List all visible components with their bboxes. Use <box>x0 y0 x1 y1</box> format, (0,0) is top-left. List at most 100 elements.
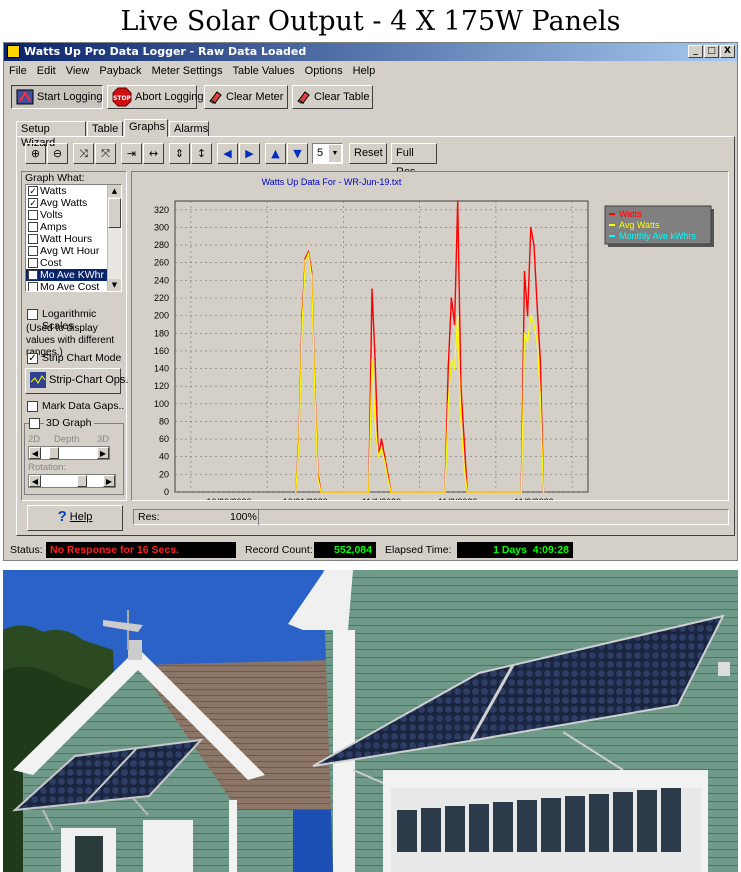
slider-right-arrow-icon[interactable]: ▶ <box>97 447 109 459</box>
expand-icon[interactable]: ⤧ <box>95 143 116 164</box>
label-depth: Depth <box>54 434 80 445</box>
menu-payback[interactable]: Payback <box>94 62 146 80</box>
slider-left-arrow-icon[interactable]: ◀ <box>29 475 41 487</box>
strip-chart-checkbox[interactable]: ✓ <box>27 353 38 364</box>
app-window: Watts Up Pro Data Logger - Raw Data Load… <box>3 42 738 561</box>
depth-slider[interactable]: ◀ ▶ <box>28 446 110 460</box>
data-point <box>320 491 322 493</box>
menu-options[interactable]: Options <box>300 62 348 80</box>
graph-3d-group: 3D Graph 2D Depth 3D ◀ ▶ Rotation: ◀ ▶ <box>24 417 124 495</box>
slider-left-arrow-icon[interactable]: ◀ <box>29 447 41 459</box>
menu-table-values[interactable]: Table Values <box>227 62 299 80</box>
graph-what-label: Graph What: <box>25 172 85 184</box>
close-button[interactable]: X <box>720 45 735 58</box>
clear-meter-button[interactable]: Clear Meter <box>204 85 288 109</box>
menu-edit[interactable]: Edit <box>32 62 61 80</box>
elapsed-time-label: Elapsed Time: <box>385 544 452 556</box>
data-point <box>367 491 370 493</box>
label-3d: 3D <box>97 434 110 445</box>
data-point <box>304 260 307 262</box>
list-item-label: Avg Watts <box>40 197 88 209</box>
checkbox[interactable] <box>28 234 38 244</box>
menu-file[interactable]: File <box>4 62 32 80</box>
data-point <box>533 323 535 326</box>
menu-meter-settings[interactable]: Meter Settings <box>147 62 228 80</box>
help-button[interactable]: ? Help <box>27 505 123 531</box>
mark-data-gaps-checkbox[interactable] <box>27 401 38 412</box>
resolution-bar: Res: 100% <box>133 509 729 525</box>
slider-thumb[interactable] <box>77 475 87 487</box>
data-point <box>301 323 303 326</box>
data-point <box>466 491 469 493</box>
full-res-button[interactable]: Full Res <box>391 143 437 178</box>
scroll-down-icon[interactable]: ▼ <box>287 143 308 164</box>
zoom-in-icon[interactable]: ⊕ <box>25 143 46 164</box>
tab-graphs[interactable]: Graphs <box>124 119 168 137</box>
tab-setup-wizard[interactable]: Setup Wizard <box>16 121 86 149</box>
checkbox[interactable] <box>28 222 38 232</box>
help-icon: ? <box>57 508 67 526</box>
data-point <box>317 477 319 480</box>
maximize-button[interactable]: □ <box>704 45 719 58</box>
legend-label: Monthly Ave kWhrs <box>619 231 696 241</box>
start-logging-button[interactable]: Start Logging <box>11 85 103 109</box>
help-label: Help <box>69 511 93 523</box>
points-select[interactable]: 5 ▼ <box>312 143 343 164</box>
graph-what-list[interactable]: ✓ Watts ✓ Avg Watts Volts Amps Watt Hours Avg W… <box>25 184 122 292</box>
abort-logging-button[interactable]: STOP Abort Logging <box>107 85 204 109</box>
clear-table-button[interactable]: Clear Table <box>292 85 373 109</box>
checkbox[interactable] <box>28 246 38 256</box>
y-tick-label: 60 <box>159 434 169 444</box>
expand-vertical-icon[interactable]: ↕ <box>191 143 212 164</box>
log-scales-checkbox[interactable] <box>27 309 38 320</box>
data-point <box>463 464 465 467</box>
clear-meter-label: Clear Meter <box>226 91 284 103</box>
slider-right-arrow-icon[interactable]: ▶ <box>103 475 115 487</box>
list-item-label: Volts <box>40 209 63 221</box>
shrink-icon[interactable]: ⤨ <box>73 143 94 164</box>
menu-help[interactable]: Help <box>348 62 381 80</box>
status-label: Status: <box>10 544 43 556</box>
title-bar[interactable]: Watts Up Pro Data Logger - Raw Data Load… <box>4 43 737 61</box>
scroll-up-icon[interactable]: ▲ <box>265 143 286 164</box>
checkbox[interactable]: ✓ <box>28 198 38 208</box>
rotation-slider[interactable]: ◀ ▶ <box>28 474 116 488</box>
scroll-left-icon[interactable]: ◀ <box>217 143 238 164</box>
strip-chart-icon <box>30 372 46 389</box>
data-point <box>447 367 450 370</box>
checkbox[interactable] <box>28 258 38 268</box>
chart-area: Watts Up Data For - WR-Jun-19.txt 0 20 40 60… <box>131 171 729 501</box>
y-tick-label: 100 <box>154 399 169 409</box>
slider-thumb[interactable] <box>49 447 59 459</box>
start-logging-label: Start Logging <box>37 91 103 103</box>
scroll-right-icon[interactable]: ▶ <box>239 143 260 164</box>
tab-alarms[interactable]: Alarms <box>169 121 209 137</box>
menu-view[interactable]: View <box>61 62 95 80</box>
checkbox[interactable]: ✓ <box>28 270 38 280</box>
reset-button[interactable]: Reset <box>349 143 387 164</box>
data-point <box>526 314 529 317</box>
checkbox[interactable] <box>28 210 38 220</box>
y-tick-label: 180 <box>154 328 169 338</box>
checkbox[interactable]: ✓ <box>28 186 38 196</box>
scroll-down-arrow-icon[interactable]: ▼ <box>108 279 121 291</box>
list-scrollbar[interactable]: ▲ ▼ <box>107 185 121 291</box>
graph-3d-checkbox[interactable] <box>29 418 40 429</box>
data-point <box>463 438 465 440</box>
compress-vertical-icon[interactable]: ⇕ <box>169 143 190 164</box>
status-bar: Status: No Response for 16 Secs. Record … <box>4 540 737 560</box>
graph-3d-label: 3D Graph <box>44 417 94 429</box>
data-point <box>523 332 526 335</box>
strip-chart-ops-button[interactable]: Strip-Chart Ops. <box>25 368 128 394</box>
scroll-thumb[interactable] <box>108 198 121 228</box>
data-point <box>294 491 297 493</box>
zoom-out-icon[interactable]: ⊖ <box>47 143 68 164</box>
checkbox[interactable] <box>28 282 38 291</box>
data-point <box>450 358 453 361</box>
tab-table[interactable]: Table <box>87 121 123 137</box>
list-item-label: Mo Ave Cost <box>40 281 100 292</box>
compress-horizontal-icon[interactable]: ⇥ <box>121 143 142 164</box>
scroll-up-arrow-icon[interactable]: ▲ <box>108 185 121 197</box>
minimize-button[interactable]: _ <box>688 45 703 58</box>
expand-horizontal-icon[interactable]: ↔ <box>143 143 164 164</box>
